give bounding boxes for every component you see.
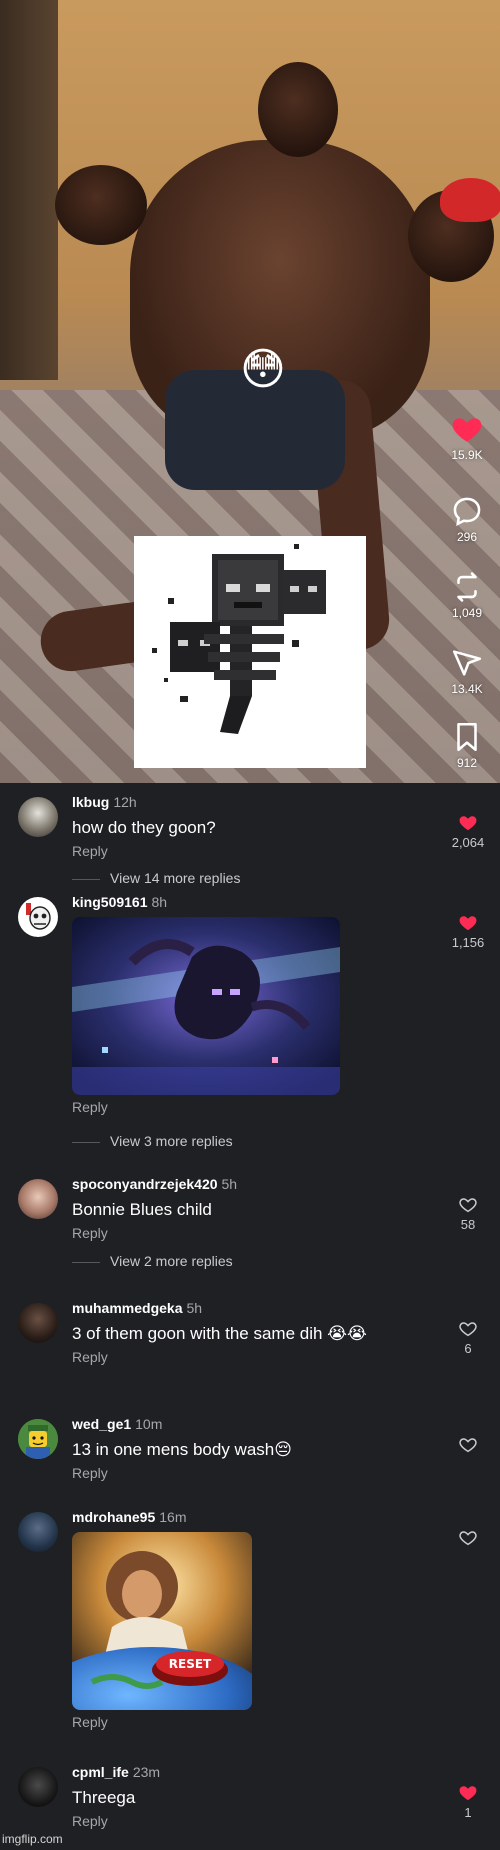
comment-timestamp: 5h [221,1176,238,1192]
comment-body: lkbug 12h how do they goon? Reply [72,793,420,859]
comment-like-count: 1 [464,1805,472,1820]
comment-like-button[interactable] [448,1437,488,1453]
comment-username[interactable]: lkbug [72,794,109,810]
comment-timestamp: 5h [186,1300,203,1316]
avatar[interactable] [18,897,58,937]
red-cap [440,178,500,222]
view-more-replies[interactable]: View 2 more replies [72,1253,233,1269]
comment-like-count: 6 [464,1341,472,1356]
comment-text: 13 in one mens body wash😔 [72,1440,292,1459]
divider [72,1141,100,1143]
comment-like-count: 58 [460,1217,476,1232]
reply-button[interactable]: Reply [72,1714,420,1730]
comment-like-count: 1,156 [451,935,485,950]
comment-count: 296 [456,530,478,544]
video-player[interactable]: 😳 15.9K 296 1,049 13.4K 912 [0,0,500,783]
reply-button[interactable]: Reply [72,843,420,859]
comment-like-button[interactable]: 58 [448,1197,488,1232]
comment-icon [453,497,481,526]
comment-timestamp: 16m [159,1509,187,1525]
comment-action[interactable]: 296 [440,494,494,544]
comment-username[interactable]: wed_ge1 [72,1416,131,1432]
divider [72,878,100,880]
comment-username[interactable]: cpml_ife [72,1764,129,1780]
video-person-head-center [258,62,338,157]
share-icon [452,650,482,676]
reply-button[interactable]: Reply [72,1349,420,1365]
background-door [0,0,58,380]
view-more-replies[interactable]: View 14 more replies [72,870,240,886]
skull-avatar-image [19,898,57,936]
reply-button[interactable]: Reply [72,1465,420,1481]
reply-button[interactable]: Reply [72,1099,420,1115]
bookmark-action[interactable]: 912 [440,720,494,770]
avatar[interactable] [18,1179,58,1219]
comment-like-button[interactable]: 1,156 [448,915,488,950]
bookmark-count: 912 [456,756,478,770]
comment-timestamp: 12h [113,794,137,810]
avatar[interactable] [18,1419,58,1459]
avatar[interactable] [18,797,58,837]
view-more-replies-label: View 2 more replies [110,1253,233,1269]
view-more-replies-label: View 3 more replies [110,1133,233,1149]
lego-avatar-image [18,1419,58,1459]
jesus-reset-button-image[interactable]: RESET [72,1532,252,1710]
repost-count: 1,049 [451,606,483,620]
comment-timestamp: 10m [135,1416,163,1432]
divider [72,1261,100,1263]
heart-outline-icon [459,1438,477,1453]
comment-body: cpml_ife 23m Threega Reply [72,1763,420,1829]
like-action[interactable]: 15.9K [440,412,494,462]
comment-text: Threega [72,1788,136,1807]
comment-body: spoconyandrzejek420 5h Bonnie Blues child… [72,1175,420,1241]
avatar[interactable] [18,1512,58,1552]
comment-username[interactable]: king509161 [72,894,148,910]
comment-text: Bonnie Blues child [72,1200,212,1219]
bookmark-icon [457,722,477,752]
flushed-emoji-sticker: 😳 [240,345,286,394]
comment-like-button[interactable]: 2,064 [448,815,488,850]
comment-timestamp: 8h [151,894,168,910]
heart-icon [452,418,482,442]
comment-like-button[interactable]: 1 [448,1785,488,1820]
reset-button-label: RESET [169,1657,212,1671]
heart-outline-icon [459,1322,477,1337]
share-count: 13.4K [451,682,483,696]
view-more-replies[interactable]: View 3 more replies [72,1133,233,1149]
comment-text: how do they goon? [72,818,216,837]
repost-icon [457,572,477,602]
wither-sticker-image [134,536,366,768]
reply-button[interactable]: Reply [72,1813,420,1829]
avatar[interactable] [18,1303,58,1343]
minecraft-wither-storm-image[interactable] [72,917,340,1095]
heart-filled-icon [459,916,477,931]
avatar[interactable] [18,1767,58,1807]
comment-body: wed_ge1 10m 13 in one mens body wash😔 Rep… [72,1415,420,1481]
heart-outline-icon [459,1198,477,1213]
comment-timestamp: 23m [132,1764,161,1780]
comment-username[interactable]: mdrohane95 [72,1509,155,1525]
imgflip-watermark: imgflip.com [2,1832,63,1846]
comment-like-button[interactable]: 6 [448,1321,488,1356]
heart-filled-icon [459,1786,477,1801]
heart-outline-icon [459,1531,477,1546]
comment-like-button[interactable] [448,1530,488,1546]
share-action[interactable]: 13.4K [440,646,494,696]
heart-filled-icon [459,816,477,831]
comments-section: lkbug 12h how do they goon? Reply 2,064 V… [0,783,500,1850]
repost-action[interactable]: 1,049 [440,570,494,620]
comment-body: king509161 8h Reply [72,893,420,1115]
comment-text: 3 of them goon with the same dih 😭😭 [72,1324,367,1343]
reply-button[interactable]: Reply [72,1225,420,1241]
like-count: 15.9K [451,448,483,462]
comment-like-count: 2,064 [451,835,485,850]
comment-body: muhammedgeka 5h 3 of them goon with the s… [72,1299,420,1365]
comment-username[interactable]: muhammedgeka [72,1300,182,1316]
comment-username[interactable]: spoconyandrzejek420 [72,1176,218,1192]
view-more-replies-label: View 14 more replies [110,870,241,886]
comment-body: mdrohane95 16m RESET Reply [72,1508,420,1730]
video-person-head-left [55,165,147,245]
